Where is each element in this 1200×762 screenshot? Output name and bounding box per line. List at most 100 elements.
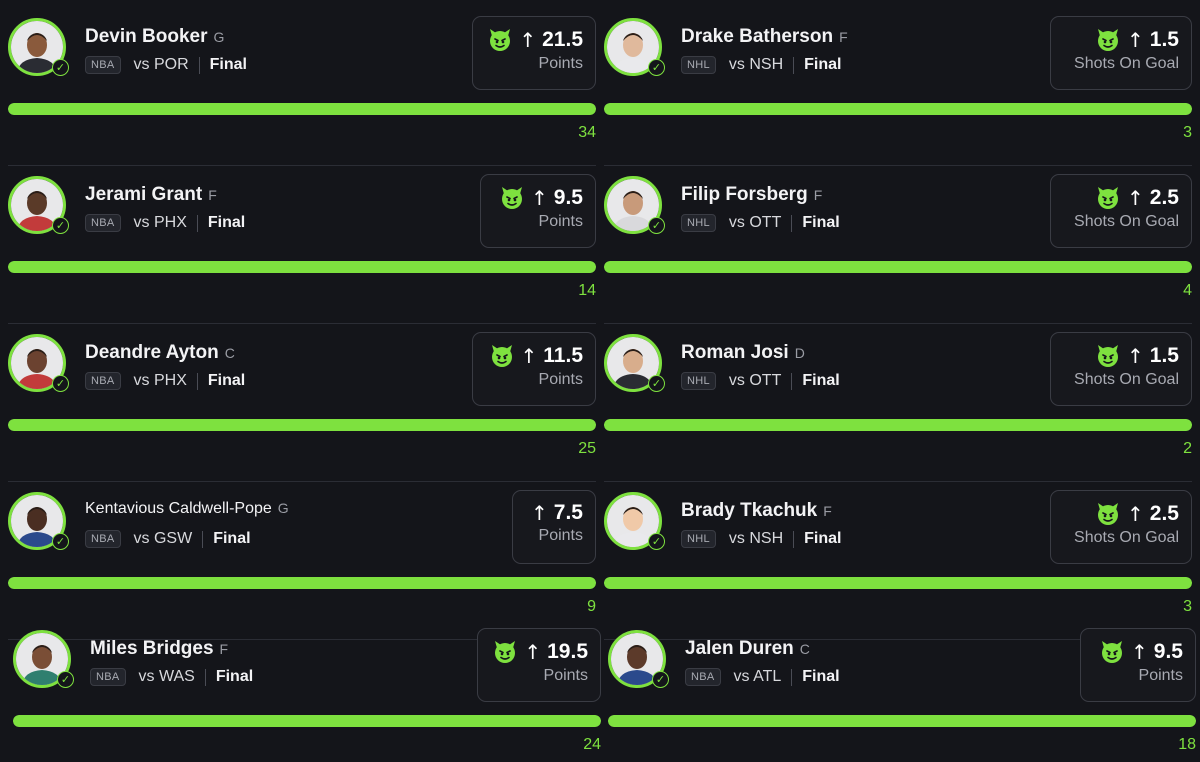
stat-type: Points	[538, 371, 583, 388]
stat-type: Shots On Goal	[1074, 55, 1179, 72]
pick-card[interactable]: ✓ Kentavious Caldwell-Pope G NBA vs GSW Final…	[8, 490, 596, 640]
arrow-up-icon: ↑	[1127, 344, 1144, 368]
progress-bar	[608, 715, 1196, 727]
projection-box[interactable]: ↑ 21.5 Points	[472, 16, 596, 90]
league-badge: NBA	[90, 668, 126, 686]
checkmark-icon: ✓	[648, 375, 665, 392]
pick-card[interactable]: ✓ Devin Booker G NBA vs POR Final ↑ 21.5 Points 3…	[8, 16, 596, 166]
opponent-label: vs NSH	[728, 530, 784, 547]
stat-type: Shots On Goal	[1074, 371, 1179, 388]
meta-divider	[793, 56, 795, 74]
opponent-label: vs PHX	[133, 372, 187, 389]
player-position: F	[208, 187, 217, 203]
player-position: F	[823, 503, 832, 519]
progress-fill	[604, 103, 1192, 115]
actual-result: 18	[1178, 736, 1196, 753]
game-status: Final	[802, 214, 840, 231]
actual-result: 14	[578, 282, 596, 299]
checkmark-icon: ✓	[648, 217, 665, 234]
player-position: C	[799, 641, 810, 657]
projection-box[interactable]: ↑ 2.5 Shots On Goal	[1050, 490, 1192, 564]
projection-line: 11.5	[543, 344, 583, 367]
league-badge: NBA	[85, 56, 121, 74]
game-status: Final	[802, 372, 840, 389]
progress-bar	[604, 577, 1192, 589]
row-divider	[604, 165, 1192, 166]
projection-line: 19.5	[547, 640, 588, 663]
player-name[interactable]: Kentavious Caldwell-Pope	[85, 500, 272, 517]
league-badge: NBA	[685, 668, 721, 686]
progress-bar	[8, 261, 596, 273]
pick-card[interactable]: ✓ Filip Forsberg F NHL vs OTT Final ↑ 2.5 Shots …	[604, 174, 1192, 324]
pick-card[interactable]: ✓ Brady Tkachuk F NHL vs NSH Final ↑ 2.5 Shots O…	[604, 490, 1192, 640]
arrow-up-icon: ↑	[524, 640, 542, 664]
league-badge: NBA	[85, 214, 121, 232]
actual-result: 34	[578, 124, 596, 141]
pick-card[interactable]: ✓ Jerami Grant F NBA vs PHX Final ↑ 9.5 Points 14	[8, 174, 596, 324]
demon-icon	[487, 27, 513, 53]
player-name[interactable]: Jerami Grant	[85, 184, 202, 205]
opponent-label: vs OTT	[728, 214, 782, 231]
meta-divider	[791, 372, 793, 390]
checkmark-icon: ✓	[57, 671, 74, 688]
projection-box[interactable]: ↑ 9.5 Points	[1080, 628, 1196, 702]
player-name[interactable]: Miles Bridges	[90, 638, 214, 659]
meta-divider	[196, 372, 198, 390]
arrow-up-icon: ↑	[1127, 186, 1144, 210]
row-divider	[8, 323, 596, 324]
stat-type: Points	[538, 213, 583, 230]
projection-line: 1.5	[1149, 28, 1179, 51]
row-divider	[8, 481, 596, 482]
checkmark-icon: ✓	[652, 671, 669, 688]
player-name[interactable]: Jalen Duren	[685, 638, 794, 659]
projection-line: 21.5	[542, 28, 583, 51]
demon-icon	[1099, 639, 1125, 665]
opponent-label: vs PHX	[133, 214, 187, 231]
projection-box[interactable]: ↑ 7.5 Points	[512, 490, 596, 564]
progress-fill	[604, 577, 1192, 589]
progress-fill	[8, 261, 596, 273]
game-status: Final	[804, 56, 842, 73]
projection-box[interactable]: ↑ 1.5 Shots On Goal	[1050, 16, 1192, 90]
player-name[interactable]: Deandre Ayton	[85, 342, 219, 363]
actual-result: 24	[583, 736, 601, 753]
stat-type: Points	[1138, 667, 1183, 684]
actual-result: 3	[1183, 124, 1192, 141]
league-badge: NHL	[681, 214, 716, 232]
league-badge: NHL	[681, 372, 716, 390]
projection-box[interactable]: ↑ 1.5 Shots On Goal	[1050, 332, 1192, 406]
stat-type: Shots On Goal	[1074, 213, 1179, 230]
pick-card[interactable]: ✓ Roman Josi D NHL vs OTT Final ↑ 1.5 Shots On G…	[604, 332, 1192, 482]
player-position: F	[839, 29, 848, 45]
player-name[interactable]: Brady Tkachuk	[681, 500, 817, 521]
player-name[interactable]: Drake Batherson	[681, 26, 833, 47]
player-position: G	[277, 500, 289, 516]
player-name[interactable]: Roman Josi	[681, 342, 789, 363]
league-badge: NBA	[85, 372, 121, 390]
player-position: F	[813, 187, 823, 203]
meta-divider	[202, 530, 204, 548]
progress-bar	[604, 103, 1192, 115]
pick-card[interactable]: ✓ Drake Batherson F NHL vs NSH Final ↑ 1.5 Shots…	[604, 16, 1192, 166]
player-name[interactable]: Devin Booker	[85, 26, 207, 47]
pick-card[interactable]: ✓ Miles Bridges F NBA vs WAS Final ↑ 19.5 Points…	[13, 628, 601, 762]
progress-bar	[13, 715, 601, 727]
opponent-label: vs OTT	[728, 372, 782, 389]
stat-type: Points	[543, 667, 588, 684]
player-position: G	[213, 29, 225, 45]
pick-card[interactable]: ✓ Jalen Duren C NBA vs ATL Final ↑ 9.5 Points 18	[608, 628, 1196, 762]
game-status: Final	[804, 530, 842, 547]
player-name[interactable]: Filip Forsberg	[681, 184, 808, 205]
meta-divider	[198, 56, 200, 74]
projection-box[interactable]: ↑ 9.5 Points	[480, 174, 596, 248]
projection-box[interactable]: ↑ 2.5 Shots On Goal	[1050, 174, 1192, 248]
projection-box[interactable]: ↑ 19.5 Points	[477, 628, 601, 702]
demon-icon	[1095, 27, 1121, 53]
row-divider	[604, 323, 1192, 324]
demon-icon	[1095, 501, 1121, 527]
opponent-label: vs ATL	[733, 668, 782, 685]
pick-card[interactable]: ✓ Deandre Ayton C NBA vs PHX Final ↑ 11.5 Points…	[8, 332, 596, 482]
game-status: Final	[802, 668, 840, 685]
progress-bar	[8, 103, 596, 115]
projection-box[interactable]: ↑ 11.5 Points	[472, 332, 596, 406]
